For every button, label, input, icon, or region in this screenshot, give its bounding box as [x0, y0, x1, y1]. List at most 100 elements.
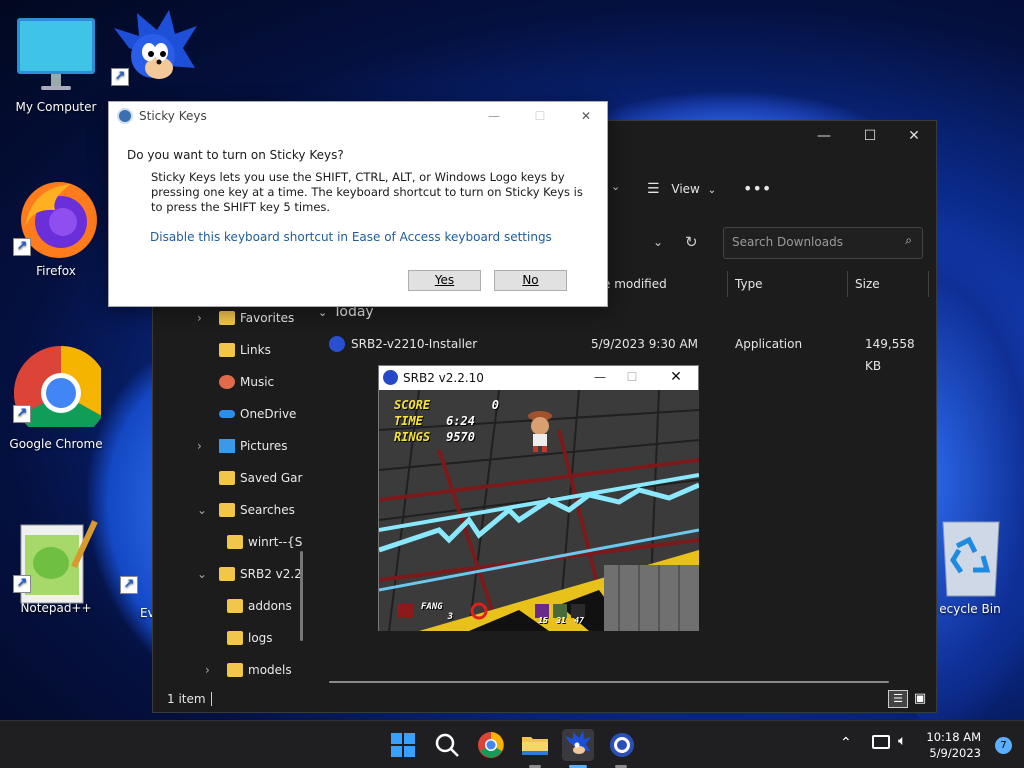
- desktop-icon-sonic[interactable]: ↗: [104, 8, 204, 90]
- view-button[interactable]: ☰ View ⌄: [647, 177, 716, 201]
- navigation-pane: › Favorites Links Music OneDrive › Picture…: [153, 306, 303, 686]
- nav-item-onedrive[interactable]: OneDrive: [197, 402, 296, 426]
- close-icon[interactable]: ✕: [661, 366, 691, 388]
- more-options-icon[interactable]: •••: [743, 177, 771, 201]
- close-icon[interactable]: ✕: [891, 121, 937, 151]
- folder-icon: [219, 343, 235, 357]
- yes-button[interactable]: Yes: [408, 270, 481, 291]
- desktop-icon-google-chrome[interactable]: ↗ Google Chrome: [6, 345, 109, 451]
- column-separator[interactable]: [727, 271, 728, 297]
- horizontal-scrollbar[interactable]: [329, 681, 889, 683]
- windows-start-icon[interactable]: [387, 729, 419, 761]
- shortcut-arrow-icon: ↗: [13, 575, 31, 593]
- column-header-type[interactable]: Type: [735, 271, 763, 297]
- minimize-icon[interactable]: —: [585, 366, 615, 388]
- dialog-description: Sticky Keys lets you use the SHIFT, CTRL…: [151, 170, 583, 214]
- monitor-icon: [11, 14, 101, 96]
- hud-emblem-count: 31: [556, 616, 566, 625]
- column-separator[interactable]: [847, 271, 848, 297]
- sonic-icon: ↗: [109, 8, 199, 90]
- nav-item-music[interactable]: Music: [197, 370, 274, 394]
- close-icon[interactable]: ✕: [571, 104, 601, 128]
- column-separator[interactable]: [928, 271, 929, 297]
- file-row[interactable]: SRB2-v2210-Installer 5/9/2023 9:30 AM Ap…: [329, 333, 929, 373]
- details-view-icon[interactable]: ☰: [888, 690, 908, 708]
- search-input[interactable]: Search Downloads ⌕: [723, 227, 923, 259]
- search-icon: ⌕: [905, 233, 912, 247]
- folder-icon: [227, 535, 243, 549]
- yes-button-label: Yes: [434, 273, 455, 287]
- hud-character-name: FANG: [421, 602, 443, 612]
- desktop-icon-notepadpp[interactable]: ↗ Notepad++: [6, 515, 106, 615]
- chevron-right-icon: ›: [197, 439, 202, 453]
- folder-icon: [227, 599, 243, 613]
- no-button[interactable]: No: [494, 270, 567, 291]
- refresh-icon[interactable]: ↻: [685, 233, 698, 251]
- maximize-icon[interactable]: ☐: [847, 121, 893, 151]
- nav-item-label: Music: [240, 375, 275, 389]
- taskbar: ⌃ 🔈︎ 10:18 AM 5/9/2023 7: [0, 720, 1024, 768]
- nav-item-addons[interactable]: addons: [205, 594, 292, 618]
- shortcut-arrow-icon: ↗: [13, 405, 31, 423]
- chevron-down-icon[interactable]: ⌄: [653, 235, 663, 249]
- file-explorer-taskbar-icon[interactable]: [519, 729, 551, 761]
- chevron-up-icon[interactable]: ⌃: [840, 735, 852, 751]
- srb2-taskbar-icon[interactable]: [562, 729, 594, 761]
- nav-item-srb2[interactable]: ⌄ SRB2 v2.2: [197, 562, 302, 586]
- volume-icon[interactable]: 🔈︎: [898, 733, 906, 749]
- sticky-keys-dialog[interactable]: Sticky Keys — ☐ ✕ Do you want to turn on…: [108, 101, 608, 307]
- cloud-icon: [219, 410, 235, 418]
- shortcut-arrow-icon: ↗: [111, 68, 129, 86]
- nav-item-logs[interactable]: logs: [205, 626, 273, 650]
- desktop-icon-my-computer[interactable]: My Computer: [6, 14, 106, 114]
- clock[interactable]: 10:18 AM 5/9/2023: [926, 729, 981, 761]
- column-header-size[interactable]: Size: [855, 271, 880, 297]
- file-name: SRB2-v2210-Installer: [351, 337, 478, 351]
- hud-time-label: TIME: [394, 414, 423, 428]
- chevron-down-icon[interactable]: ⌄: [611, 180, 620, 193]
- nav-item-favorites[interactable]: › Favorites: [197, 306, 294, 330]
- nav-item-saved-games[interactable]: Saved Gar: [197, 466, 302, 490]
- nav-item-links[interactable]: Links: [197, 338, 271, 362]
- chevron-down-icon: ⌄: [197, 503, 208, 517]
- desktop-icon-firefox[interactable]: ↗ Firefox: [6, 178, 106, 278]
- hud-rings-label: RINGS: [394, 430, 431, 444]
- srb2-game-window[interactable]: SRB2 v2.2.10 — ☐ ✕ SCORE 0 TIME 6:24 RIN…: [378, 365, 699, 631]
- hud-emblem-count: 47: [574, 616, 584, 625]
- nav-item-winrt[interactable]: winrt--{S: [205, 530, 302, 554]
- srb2-installer-taskbar-icon[interactable]: [606, 729, 638, 761]
- network-icon[interactable]: [872, 735, 890, 749]
- minimize-icon[interactable]: —: [479, 104, 509, 128]
- desktop-icon-label: My Computer: [15, 100, 97, 114]
- folder-icon: [219, 471, 235, 485]
- column-header-date-modified[interactable]: e modified: [603, 271, 667, 297]
- nav-scrollbar[interactable]: [300, 551, 303, 641]
- hud-rings-value: 9570: [446, 430, 475, 444]
- folder-icon: [219, 311, 235, 325]
- nav-item-label: OneDrive: [240, 407, 297, 421]
- folder-icon: [227, 663, 243, 677]
- ease-of-access-link[interactable]: Disable this keyboard shortcut in Ease o…: [150, 230, 552, 244]
- notepadpp-icon: ↗: [11, 515, 101, 604]
- game-viewport[interactable]: SCORE 0 TIME 6:24 RINGS 9570 FANG 3 15 3…: [379, 390, 699, 631]
- maximize-icon: ☐: [534, 109, 546, 123]
- nav-item-label: Pictures: [240, 439, 288, 453]
- desktop-icon-label: Google Chrome: [9, 437, 103, 451]
- file-size: 149,558 KB: [865, 337, 915, 373]
- search-icon[interactable]: [431, 729, 463, 761]
- game-scene: [379, 390, 699, 631]
- nav-item-models[interactable]: › models: [205, 658, 292, 682]
- nav-item-pictures[interactable]: › Pictures: [197, 434, 288, 458]
- nav-item-searches[interactable]: ⌄ Searches: [197, 498, 295, 522]
- folder-icon: [227, 631, 243, 645]
- notification-badge[interactable]: 7: [995, 737, 1012, 754]
- minimize-icon[interactable]: —: [801, 121, 847, 151]
- picture-icon: [219, 439, 235, 453]
- tiles-view-icon[interactable]: ▣: [910, 690, 930, 708]
- hud-lives: 3: [447, 612, 453, 622]
- chrome-taskbar-icon[interactable]: [475, 729, 507, 761]
- hud-emblem-count: 15: [538, 616, 548, 625]
- clock-date: 5/9/2023: [929, 746, 981, 760]
- status-bar-text: 1 item: [167, 692, 206, 706]
- shortcut-arrow-icon: ↗: [120, 576, 138, 594]
